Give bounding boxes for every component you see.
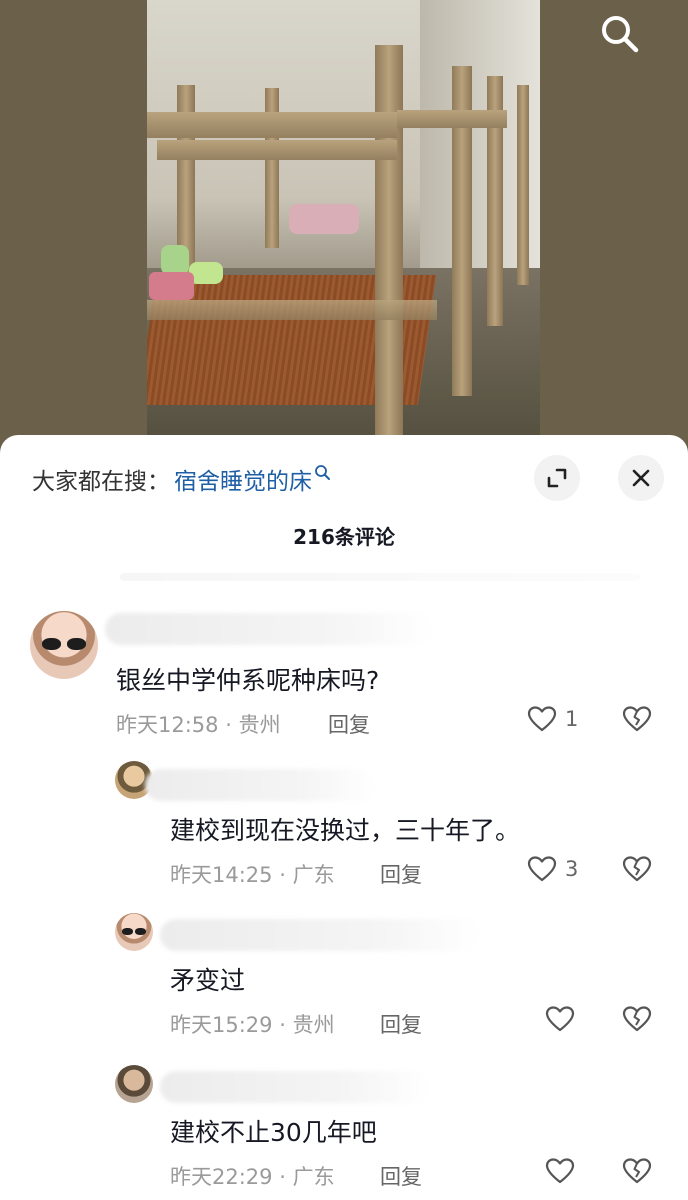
broken-heart-icon [622, 1006, 652, 1032]
like-count: 1 [565, 707, 579, 731]
scrolled-comment-remnant [120, 573, 640, 581]
comment-reply-item: 建校不止30几年吧 昨天22:29 · 广东 回复 [0, 1061, 688, 1200]
username-redacted[interactable] [105, 613, 435, 645]
comment-text: 建校不止30几年吧 [170, 1118, 377, 1147]
comment-item: 银丝中学仲系呢种床吗? 昨天12:58 · 贵州 回复 1 [0, 605, 688, 745]
heart-icon [545, 1158, 575, 1184]
close-button[interactable] [618, 455, 664, 501]
heart-icon [527, 856, 557, 882]
username-redacted[interactable] [145, 769, 375, 801]
video-background [0, 0, 688, 470]
trending-search[interactable]: 大家都在搜： 宿舍睡觉的床 [32, 459, 332, 499]
username-redacted[interactable] [160, 1071, 430, 1103]
comment-meta: 昨天15:29 · 贵州 [170, 1009, 335, 1039]
comment-time: 昨天22:29 [170, 1165, 273, 1189]
comment-location: · 广东 [279, 1165, 335, 1189]
comment-text: 矛变过 [170, 966, 246, 995]
avatar[interactable] [115, 1065, 153, 1103]
avatar[interactable] [115, 913, 153, 951]
broken-heart-icon [622, 706, 652, 732]
comment-text: 建校到现在没换过，三十年了。 [170, 816, 521, 845]
search-icon [315, 465, 330, 480]
trending-search-prefix: 大家都在搜： [32, 469, 170, 495]
search-icon [602, 16, 639, 53]
like-button[interactable] [545, 1157, 575, 1185]
reply-button[interactable]: 回复 [380, 1009, 422, 1039]
reply-button[interactable]: 回复 [380, 859, 422, 889]
comment-time: 昨天12:58 [116, 713, 219, 737]
broken-heart-icon [622, 1158, 652, 1184]
dislike-button[interactable] [622, 855, 652, 887]
close-icon [632, 469, 650, 487]
comment-location: · 贵州 [225, 713, 281, 737]
like-count: 3 [565, 857, 579, 881]
trending-search-term[interactable]: 宿舍睡觉的床 [174, 462, 312, 496]
heart-icon [527, 706, 557, 732]
comment-location: · 广东 [279, 863, 335, 887]
avatar[interactable] [30, 611, 98, 679]
comment-reply-item: 矛变过 昨天15:29 · 贵州 回复 [0, 909, 688, 1049]
comment-meta: 昨天22:29 · 广东 [170, 1161, 335, 1191]
expand-button[interactable] [534, 455, 580, 501]
like-button[interactable]: 3 [527, 855, 578, 883]
heart-icon [545, 1006, 575, 1032]
username-redacted[interactable] [160, 919, 480, 951]
like-button[interactable] [545, 1005, 575, 1033]
comment-time: 昨天15:29 [170, 1013, 273, 1037]
search-button[interactable] [596, 10, 642, 56]
comment-reply-item: 建校到现在没换过，三十年了。 昨天14:25 · 广东 回复 3 [0, 757, 688, 897]
broken-heart-icon [622, 856, 652, 882]
comment-sheet: 大家都在搜： 宿舍睡觉的床 216条评论 银丝中学仲系呢种床吗? 昨天12:58… [0, 435, 688, 1200]
dislike-button[interactable] [622, 1005, 652, 1037]
expand-icon [547, 468, 567, 488]
comment-text: 银丝中学仲系呢种床吗? [116, 666, 380, 695]
comment-location: · 贵州 [279, 1013, 335, 1037]
comment-meta: 昨天14:25 · 广东 [170, 859, 335, 889]
dislike-button[interactable] [622, 705, 652, 737]
comment-count: 216条评论 [293, 525, 395, 549]
comment-meta: 昨天12:58 · 贵州 [116, 709, 281, 739]
dorm-bed-photo[interactable] [147, 0, 540, 438]
reply-button[interactable]: 回复 [380, 1161, 422, 1191]
dislike-button[interactable] [622, 1157, 652, 1189]
reply-button[interactable]: 回复 [328, 709, 370, 739]
comment-time: 昨天14:25 [170, 863, 273, 887]
like-button[interactable]: 1 [527, 705, 578, 733]
